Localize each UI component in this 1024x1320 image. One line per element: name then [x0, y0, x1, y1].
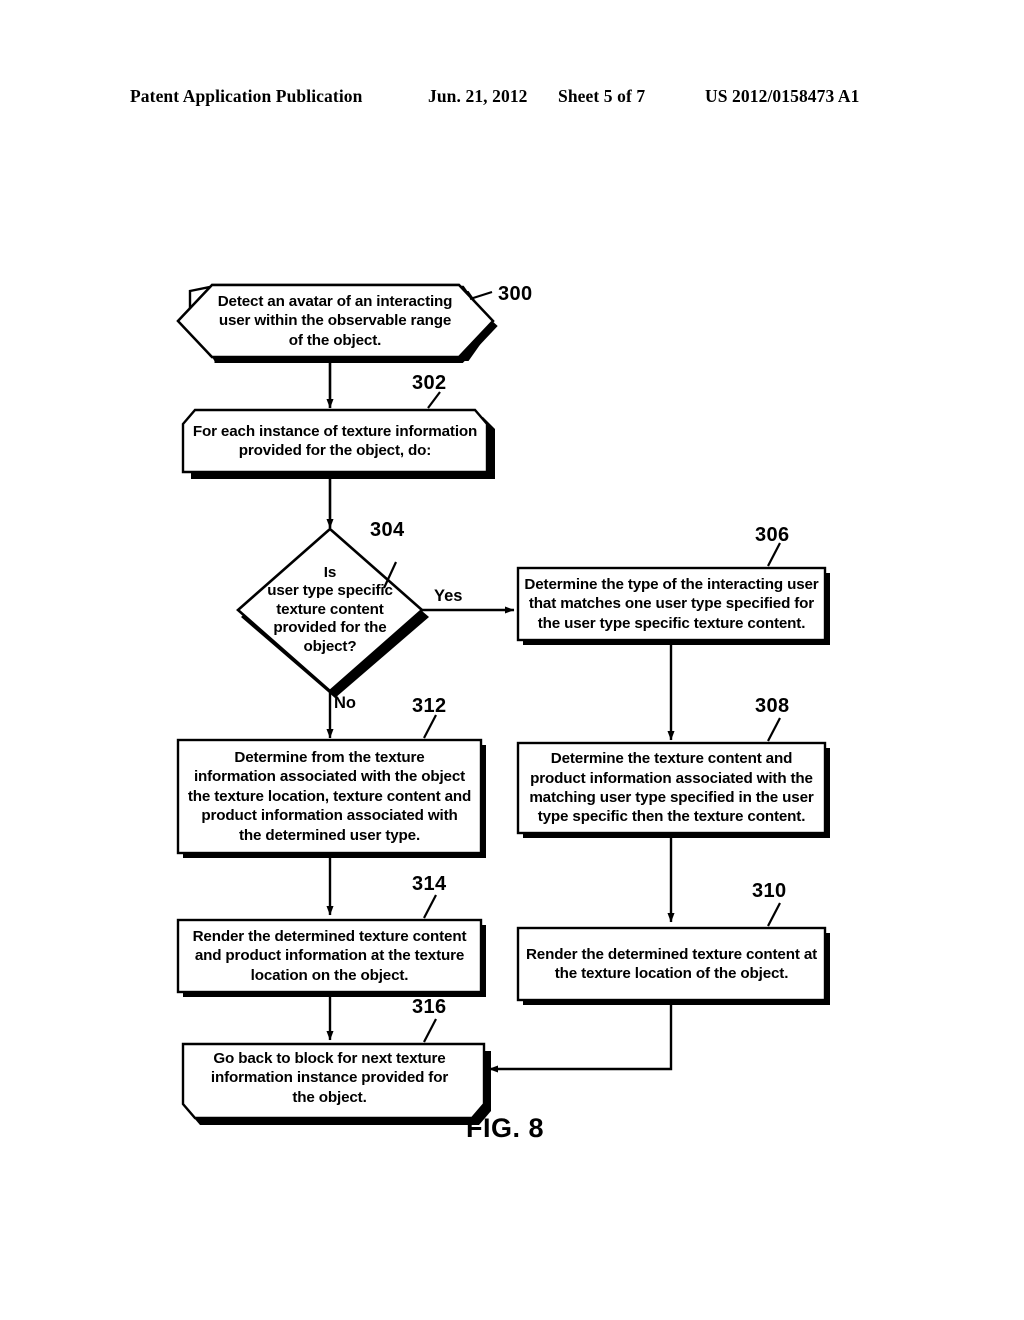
node-310-label: Render the determined texture content at…	[525, 945, 818, 982]
ref-label-306: 306	[755, 524, 790, 546]
node-312-label: Determine from the texture information a…	[187, 748, 472, 844]
node-308-label: Determine the texture content and produc…	[529, 750, 814, 826]
edge-label-yes: Yes	[434, 587, 463, 605]
ref-label-312: 312	[412, 695, 447, 717]
edge-label-no: No	[334, 694, 356, 712]
ref-label-314: 314	[412, 873, 447, 895]
node-316-label: Go back to block for next texture inform…	[210, 1049, 449, 1106]
ref-label-310: 310	[752, 880, 787, 902]
node-314-label: Render the determined texture content an…	[192, 927, 467, 984]
figure-caption: FIG. 8	[466, 1113, 545, 1143]
node-300-label: Detect an avatar of an interacting user …	[217, 292, 453, 349]
ref-label-302: 302	[412, 372, 447, 394]
ref-label-316: 316	[412, 996, 447, 1018]
flowchart-figure: Detect an avatar of an interacting user …	[0, 0, 1024, 1320]
node-304-label: Is user type specific texture content pr…	[267, 563, 393, 655]
node-306-label: Determine the type of the interacting us…	[524, 575, 819, 632]
ref-label-308: 308	[755, 695, 790, 717]
ref-312-leader	[423, 714, 437, 739]
ref-300-leader	[469, 290, 493, 301]
ref-310-leader	[767, 902, 781, 927]
ref-label-300: 300	[498, 283, 533, 305]
ref-314-leader	[423, 894, 437, 919]
ref-316-leader	[423, 1018, 437, 1043]
ref-308-leader	[767, 717, 781, 742]
node-302-label: For each instance of texture information…	[192, 422, 478, 459]
edge-310-316	[488, 1000, 673, 1073]
ref-label-304: 304	[370, 519, 405, 541]
